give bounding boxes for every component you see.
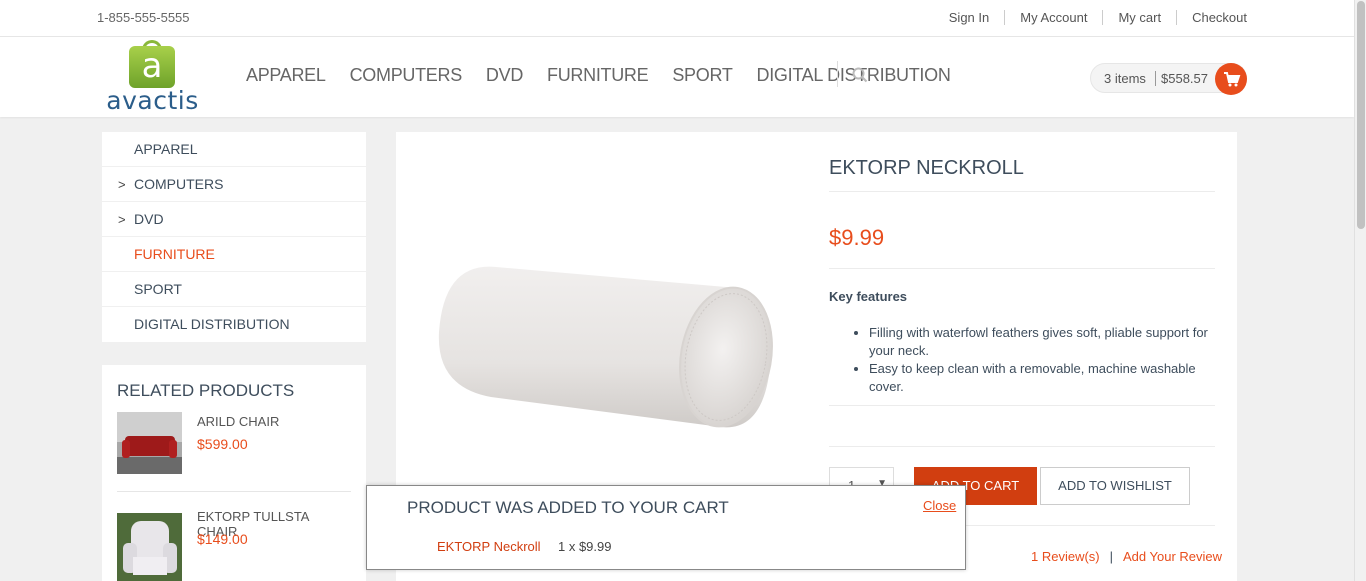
nav-computers[interactable]: COMPUTERS xyxy=(350,65,463,86)
close-button[interactable]: Close xyxy=(923,498,956,513)
product-thumbnail[interactable] xyxy=(117,507,182,581)
related-product-item[interactable]: EKTORP TULLSTA CHAIR $149.00 xyxy=(117,507,351,581)
chevron-right-icon: > xyxy=(118,212,126,227)
popup-product-name[interactable]: EKTORP Neckroll xyxy=(437,539,541,554)
nav-sport[interactable]: SPORT xyxy=(672,65,732,86)
logo-letter: a xyxy=(141,46,163,86)
nav-divider xyxy=(837,61,838,87)
logo[interactable]: a avactis xyxy=(105,40,200,115)
sidebar-item-label: DIGITAL DISTRIBUTION xyxy=(134,316,290,332)
product-price: $9.99 xyxy=(829,225,885,250)
logo-word: avactis xyxy=(106,86,199,115)
sidebar-item-label: SPORT xyxy=(134,281,182,297)
popup-title: PRODUCT WAS ADDED TO YOUR CART xyxy=(407,498,729,517)
feature-item: Filling with waterfowl feathers gives so… xyxy=(869,324,1214,360)
cart-icon xyxy=(1224,72,1241,87)
related-product-item[interactable]: ARILD CHAIR $599.00 xyxy=(117,412,351,492)
product-title: EKTORP NECKROLL xyxy=(829,157,1024,179)
my-account-link[interactable]: My Account xyxy=(1004,10,1102,25)
divider xyxy=(829,446,1215,447)
related-product-name[interactable]: ARILD CHAIR xyxy=(197,414,279,429)
add-review-link[interactable]: Add Your Review xyxy=(1123,549,1222,564)
reviews-row: 1 Review(s) | Add Your Review xyxy=(1031,549,1222,564)
checkout-link[interactable]: Checkout xyxy=(1176,10,1247,25)
sidebar-item-furniture[interactable]: FURNITURE xyxy=(102,237,366,272)
cart-button[interactable] xyxy=(1215,63,1247,95)
search-icon[interactable] xyxy=(852,67,868,83)
sign-in-link[interactable]: Sign In xyxy=(934,10,1004,25)
key-features-heading: Key features xyxy=(829,289,908,304)
popup-qty-price: 1 x $9.99 xyxy=(558,539,612,554)
features-list: Filling with waterfowl feathers gives so… xyxy=(869,324,1214,396)
sidebar-item-apparel[interactable]: APPAREL xyxy=(102,132,366,167)
sidebar-item-digital-distribution[interactable]: DIGITAL DISTRIBUTION xyxy=(102,307,366,342)
cart-total: $558.57 xyxy=(1155,71,1208,86)
cart-items-count: 3 items xyxy=(1104,71,1146,86)
related-product-price: $149.00 xyxy=(197,531,248,547)
nav-apparel[interactable]: APPAREL xyxy=(246,65,326,86)
related-products-title: RELATED PRODUCTS xyxy=(117,381,295,400)
sidebar-item-label: DVD xyxy=(134,211,164,227)
category-sidebar: APPAREL > COMPUTERS > DVD FURNITURE SPOR… xyxy=(102,132,366,342)
divider xyxy=(829,191,1215,192)
phone-number: 1-855-555-5555 xyxy=(97,10,190,25)
cart-added-popup: PRODUCT WAS ADDED TO YOUR CART Close EKT… xyxy=(366,485,966,570)
top-links: Sign In My Account My cart Checkout xyxy=(934,10,1247,25)
sidebar-item-sport[interactable]: SPORT xyxy=(102,272,366,307)
sidebar-item-label: FURNITURE xyxy=(134,246,215,262)
nav-furniture[interactable]: FURNITURE xyxy=(547,65,649,86)
related-product-price: $599.00 xyxy=(197,436,248,452)
sidebar-item-computers[interactable]: > COMPUTERS xyxy=(102,167,366,202)
top-bar: 1-855-555-5555 Sign In My Account My car… xyxy=(0,0,1354,37)
cart-summary[interactable]: 3 items $558.57 xyxy=(1090,63,1247,95)
nav-dvd[interactable]: DVD xyxy=(486,65,523,86)
divider xyxy=(829,268,1215,269)
related-products: RELATED PRODUCTS ARILD CHAIR $599.00 EKT… xyxy=(102,365,366,581)
sidebar-item-label: COMPUTERS xyxy=(134,176,224,192)
sidebar-item-dvd[interactable]: > DVD xyxy=(102,202,366,237)
sidebar-item-label: APPAREL xyxy=(134,141,198,157)
product-image[interactable] xyxy=(436,257,776,437)
header: a avactis APPAREL COMPUTERS DVD FURNITUR… xyxy=(0,37,1354,117)
reviews-link[interactable]: 1 Review(s) xyxy=(1031,549,1100,564)
chevron-right-icon: > xyxy=(118,177,126,192)
divider xyxy=(829,405,1215,406)
scrollbar-thumb[interactable] xyxy=(1357,1,1365,229)
add-to-wishlist-button[interactable]: ADD TO WISHLIST xyxy=(1040,467,1190,505)
product-thumbnail[interactable] xyxy=(117,412,182,474)
feature-item: Easy to keep clean with a removable, mac… xyxy=(869,360,1214,396)
scrollbar[interactable] xyxy=(1354,0,1366,581)
reviews-separator: | xyxy=(1109,549,1114,564)
my-cart-link[interactable]: My cart xyxy=(1102,10,1176,25)
